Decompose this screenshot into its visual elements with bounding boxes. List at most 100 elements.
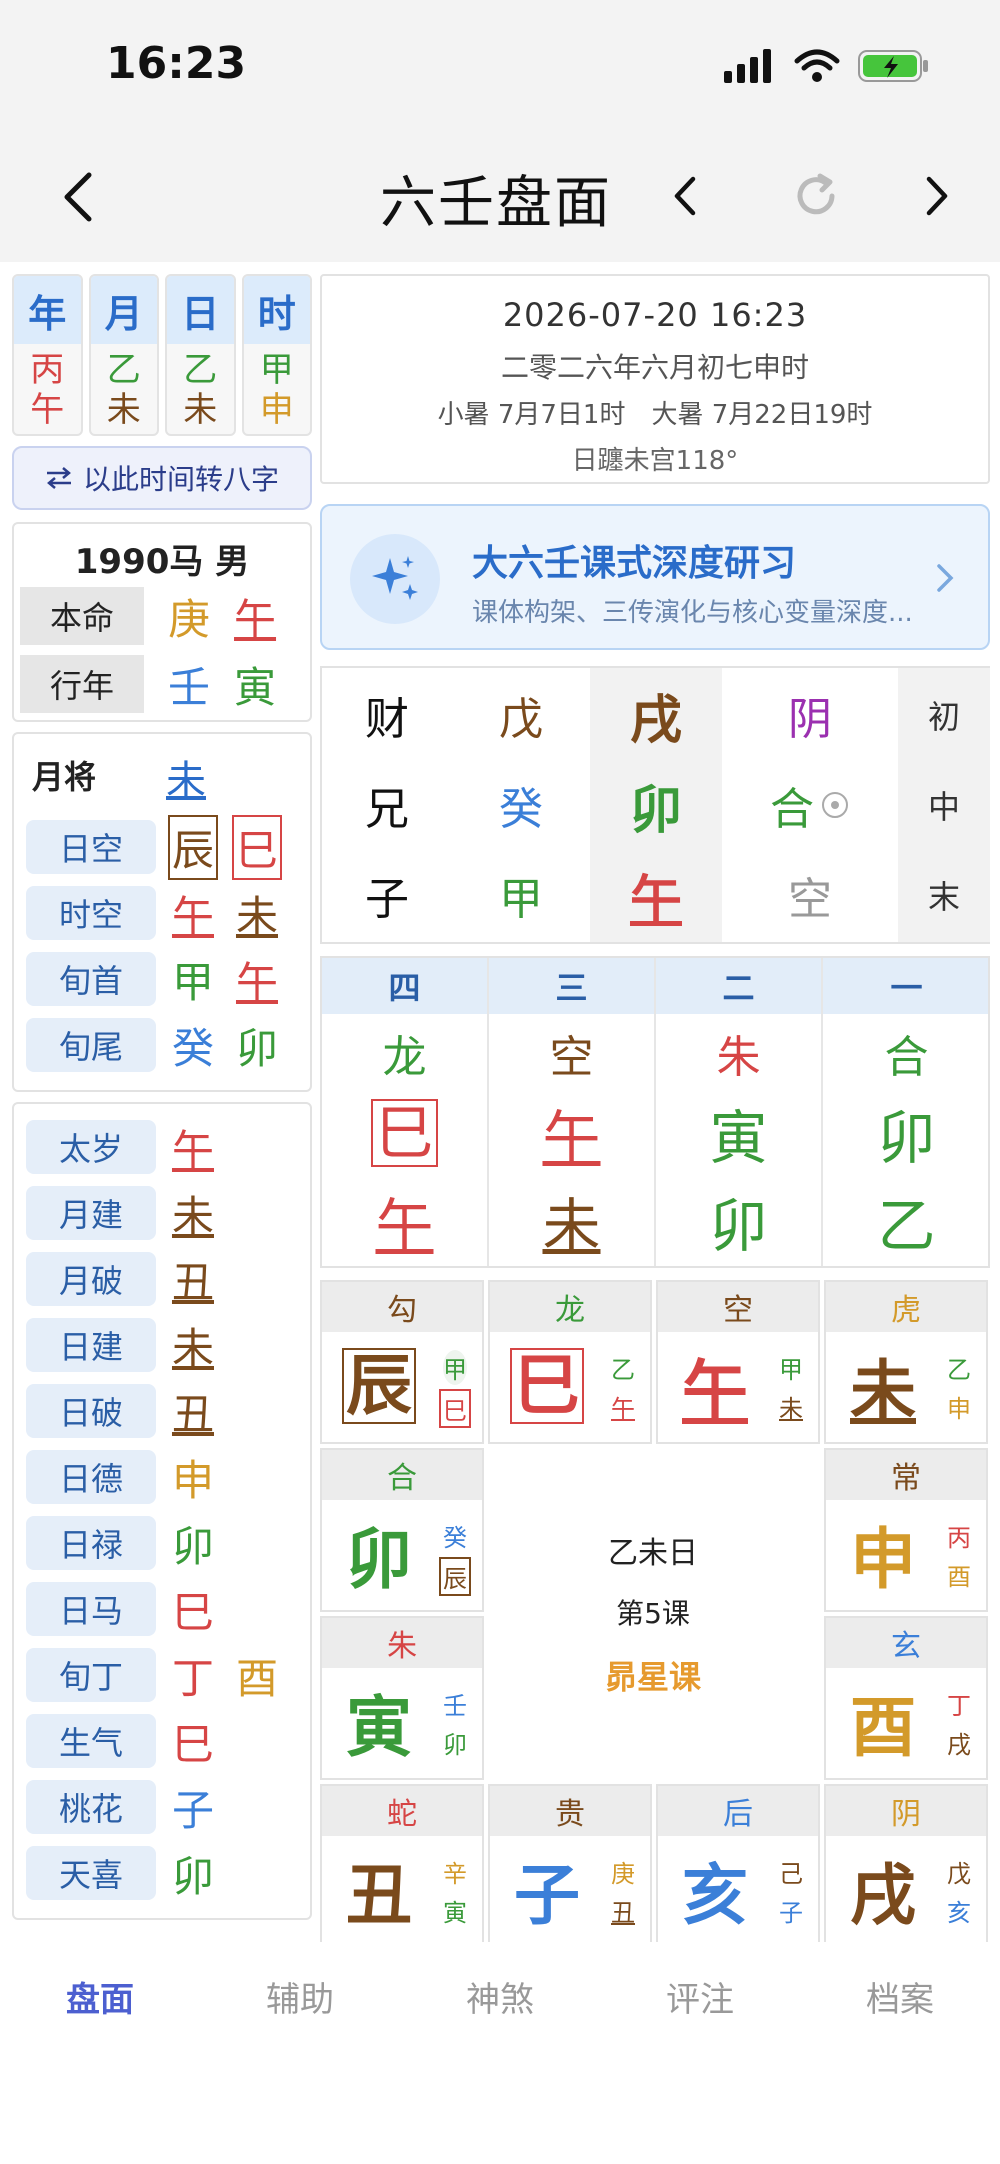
palace-cell[interactable]: 蛇 丑 辛寅 bbox=[320, 1784, 484, 1942]
row-label[interactable]: 桃花 bbox=[26, 1780, 156, 1834]
tian-jiang: 空 bbox=[788, 874, 832, 925]
row-label[interactable]: 太岁 bbox=[26, 1120, 156, 1174]
value: 庚 bbox=[168, 594, 211, 644]
palace-cell[interactable]: 贵 子 庚丑 bbox=[488, 1784, 652, 1942]
next-button[interactable] bbox=[912, 166, 962, 226]
palace-cell[interactable]: 龙 巳 乙午 bbox=[488, 1280, 652, 1444]
month-general-value[interactable]: 未 bbox=[166, 748, 206, 806]
ke-number: 四 bbox=[388, 969, 421, 1007]
ke-jiang: 空 bbox=[549, 1032, 594, 1083]
navigation-bar: 六壬盘面 bbox=[0, 130, 1000, 260]
ke-bottom: 卯 bbox=[709, 1192, 768, 1260]
shensha-row: 日德申 bbox=[26, 1448, 218, 1506]
ke-column: 三 空 午 未 bbox=[489, 958, 656, 1266]
palace-gan: 辛 bbox=[443, 1860, 467, 1888]
palace-stems: 癸辰 bbox=[436, 1518, 474, 1596]
ke-number: 一 bbox=[890, 969, 923, 1007]
palace-stems: 甲未 bbox=[772, 1350, 810, 1424]
pillar-gan: 丙 bbox=[30, 350, 65, 390]
ke-bottom: 未 bbox=[542, 1192, 601, 1260]
palace-cell[interactable]: 玄 酉 丁戌 bbox=[824, 1616, 988, 1780]
palace-cell[interactable]: 阴 戌 戊亥 bbox=[824, 1784, 988, 1942]
promo-subtitle: 课体构架、三传演化与核心变量深度... bbox=[472, 598, 913, 628]
palace-jiang: 朱 bbox=[322, 1618, 482, 1668]
row-label[interactable]: 日德 bbox=[26, 1450, 156, 1504]
value: 午 bbox=[234, 594, 277, 644]
palace-zhi: 戌 bbox=[850, 1857, 916, 1934]
battery-charging-icon bbox=[858, 50, 928, 82]
previous-button[interactable] bbox=[660, 166, 710, 226]
promo-title: 大六壬课式深度研习 bbox=[472, 543, 797, 584]
row-label[interactable]: 月破 bbox=[26, 1252, 156, 1306]
chuan-zhi: 卯 bbox=[629, 780, 682, 841]
value: 壬 bbox=[168, 662, 211, 712]
palace-sub-zhi: 酉 bbox=[947, 1563, 971, 1591]
shensha-card: 太岁午 月建未 月破丑 日建未 日破丑 日德申 日禄卯 日马巳 旬丁丁酉 生气巳… bbox=[12, 1102, 312, 1920]
value: 丑 bbox=[171, 1257, 214, 1307]
chuan-position: 中 bbox=[927, 788, 960, 826]
status-bar: 16:23 bbox=[0, 0, 1000, 130]
row-label[interactable]: 日建 bbox=[26, 1318, 156, 1372]
row-label[interactable]: 时空 bbox=[26, 886, 156, 940]
convert-to-bazi-button[interactable]: 以此时间转八字 bbox=[12, 446, 312, 510]
palace-zhi: 寅 bbox=[346, 1689, 412, 1766]
row-label[interactable]: 日空 bbox=[26, 820, 156, 874]
tab-panmian[interactable]: 盘面 bbox=[0, 1972, 200, 2021]
shensha-row: 日破丑 bbox=[26, 1382, 218, 1440]
palace-cell[interactable]: 后 亥 己子 bbox=[656, 1784, 820, 1942]
row-label[interactable]: 旬丁 bbox=[26, 1648, 156, 1702]
tab-shensha[interactable]: 神煞 bbox=[400, 1972, 600, 2021]
row-label[interactable]: 生气 bbox=[26, 1714, 156, 1768]
solar-terms: 小暑 7月7日1时 大暑 7月22日19时 bbox=[437, 400, 873, 430]
pillar-head: 日 bbox=[167, 276, 234, 344]
tab-pingzhu[interactable]: 评注 bbox=[600, 1972, 800, 2021]
status-icons bbox=[724, 46, 930, 86]
palace-zhi: 酉 bbox=[850, 1689, 916, 1766]
row-label[interactable]: 旬首 bbox=[26, 952, 156, 1006]
value: 丑 bbox=[171, 1389, 214, 1439]
ke-top: 寅 bbox=[709, 1104, 768, 1172]
pillar-gan: 甲 bbox=[259, 350, 294, 390]
value: 未 bbox=[235, 891, 278, 941]
row-label[interactable]: 日破 bbox=[26, 1384, 156, 1438]
tian-jiang: 合 bbox=[722, 760, 898, 850]
shensha-row: 月破丑 bbox=[26, 1250, 218, 1308]
row-label[interactable]: 天喜 bbox=[26, 1846, 156, 1900]
chuan-zhi: 戌 bbox=[629, 690, 682, 751]
palace-cell[interactable]: 勾 辰 甲巳 bbox=[320, 1280, 484, 1444]
row-label[interactable]: 月建 bbox=[26, 1186, 156, 1240]
chuan-row-zhong: 兄 癸 卯 合 中 bbox=[322, 760, 988, 850]
palace-jiang: 合 bbox=[322, 1450, 482, 1500]
row-label[interactable]: 日禄 bbox=[26, 1516, 156, 1570]
row-label[interactable]: 日马 bbox=[26, 1582, 156, 1636]
solar-datetime: 2026-07-20 16:23 bbox=[502, 296, 808, 334]
back-button[interactable] bbox=[48, 162, 108, 232]
palace-cell[interactable]: 虎 未 乙申 bbox=[824, 1280, 988, 1444]
tab-dangan[interactable]: 档案 bbox=[800, 1972, 1000, 2021]
study-promo-banner[interactable]: 大六壬课式深度研习 课体构架、三传演化与核心变量深度... bbox=[320, 504, 990, 650]
refresh-button[interactable] bbox=[788, 166, 844, 226]
palace-zhi: 午 bbox=[682, 1353, 748, 1430]
value: 午 bbox=[235, 957, 278, 1007]
pillar-head: 月 bbox=[90, 276, 157, 344]
row-label[interactable]: 旬尾 bbox=[26, 1018, 156, 1072]
bottom-tab-bar: 盘面 辅助 神煞 评注 档案 bbox=[0, 1942, 1000, 2164]
ke-jiang: 合 bbox=[884, 1032, 929, 1083]
shensha-row: 日建未 bbox=[26, 1316, 218, 1374]
palace-cell[interactable]: 合 卯 癸辰 bbox=[320, 1448, 484, 1612]
month-general-card: 月将 未 日空 辰巳 时空 午未 旬首 甲午 旬尾 癸卯 bbox=[12, 732, 312, 1092]
dun-gan: 癸 bbox=[499, 784, 543, 835]
palace-jiang: 贵 bbox=[490, 1786, 650, 1836]
palace-cell[interactable]: 常 申 丙酉 bbox=[824, 1448, 988, 1612]
palace-stems: 辛寅 bbox=[436, 1854, 474, 1928]
palace-jiang: 常 bbox=[826, 1450, 986, 1500]
tian-pan-board: 勾 辰 甲巳 龙 巳 乙午 空 午 甲未 虎 未 乙申 合 卯 癸辰 常 申 丙… bbox=[320, 1280, 990, 1942]
palace-jiang: 后 bbox=[658, 1786, 818, 1836]
pillar-gan: 乙 bbox=[106, 350, 141, 390]
pillar-head: 时 bbox=[243, 276, 310, 344]
palace-cell[interactable]: 朱 寅 壬卯 bbox=[320, 1616, 484, 1780]
palace-zhi: 卯 bbox=[346, 1521, 412, 1598]
value: 丁 bbox=[171, 1653, 214, 1703]
tab-fuzhu[interactable]: 辅助 bbox=[200, 1972, 400, 2021]
palace-cell[interactable]: 空 午 甲未 bbox=[656, 1280, 820, 1444]
